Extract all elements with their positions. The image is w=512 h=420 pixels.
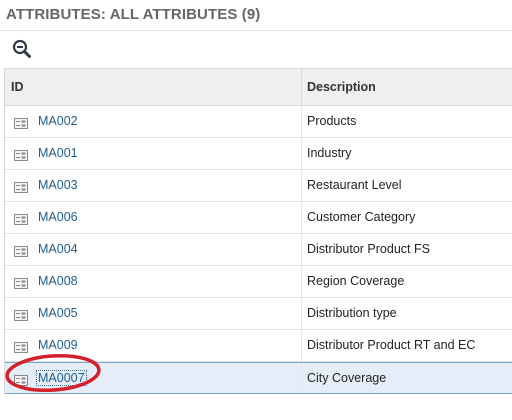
column-divider [301,138,302,169]
detail-record-icon[interactable] [14,340,28,353]
attributes-table: ID Description MA002 Products MA001 Industr… [4,68,512,394]
attribute-id-link[interactable]: MA005 [38,306,78,320]
detail-record-icon[interactable] [14,244,28,257]
column-header-description[interactable]: Description [307,69,376,105]
attribute-id-link[interactable]: MA004 [38,242,78,256]
table-row[interactable]: MA004 Distributor Product FS [5,234,512,266]
attribute-description: Distribution type [307,306,397,320]
detail-record-icon[interactable] [14,212,28,225]
detail-record-icon[interactable] [14,116,28,129]
zoom-out-icon[interactable] [12,39,32,59]
attribute-description: City Coverage [307,371,387,385]
column-divider [301,330,302,361]
table-row[interactable]: MA0007 City Coverage [5,362,512,394]
toolbar [0,31,512,66]
attribute-description: Region Coverage [307,274,405,288]
detail-record-icon[interactable] [14,180,28,193]
attribute-id-link[interactable]: MA006 [38,210,78,224]
table-row[interactable]: MA005 Distribution type [5,298,512,330]
table-body: MA002 Products MA001 Industry MA003 Restauran… [5,106,512,394]
column-divider [301,298,302,329]
attribute-description: Distributor Product FS [307,242,430,256]
detail-record-icon[interactable] [14,373,28,386]
title-bar: ATTRIBUTES: ALL ATTRIBUTES (9) [0,0,512,31]
table-row[interactable]: MA009 Distributor Product RT and EC [5,330,512,362]
column-divider [301,266,302,297]
column-divider [301,234,302,265]
attribute-id-link[interactable]: MA003 [38,178,78,192]
column-divider [301,170,302,201]
attribute-id-link[interactable]: MA009 [38,338,78,352]
column-header-id[interactable]: ID [11,69,24,105]
column-divider[interactable] [301,69,302,105]
attribute-description: Distributor Product RT and EC [307,338,476,352]
attribute-id-link[interactable]: MA002 [38,114,78,128]
table-row[interactable]: MA003 Restaurant Level [5,170,512,202]
page-title: ATTRIBUTES: ALL ATTRIBUTES (9) [6,6,261,23]
detail-record-icon[interactable] [14,308,28,321]
attribute-id-link[interactable]: MA001 [38,146,78,160]
detail-record-icon[interactable] [14,276,28,289]
table-row[interactable]: MA001 Industry [5,138,512,170]
column-divider [301,106,302,137]
table-row[interactable]: MA002 Products [5,106,512,138]
detail-record-icon[interactable] [14,148,28,161]
table-row[interactable]: MA008 Region Coverage [5,266,512,298]
attribute-description: Products [307,114,357,128]
attribute-description: Industry [307,146,352,160]
table-header: ID Description [5,68,512,106]
attribute-description: Customer Category [307,210,416,224]
column-divider [301,363,302,393]
attribute-id-link[interactable]: MA0007 [36,370,87,386]
attribute-id-link[interactable]: MA008 [38,274,78,288]
attribute-description: Restaurant Level [307,178,402,192]
table-row[interactable]: MA006 Customer Category [5,202,512,234]
column-divider [301,202,302,233]
